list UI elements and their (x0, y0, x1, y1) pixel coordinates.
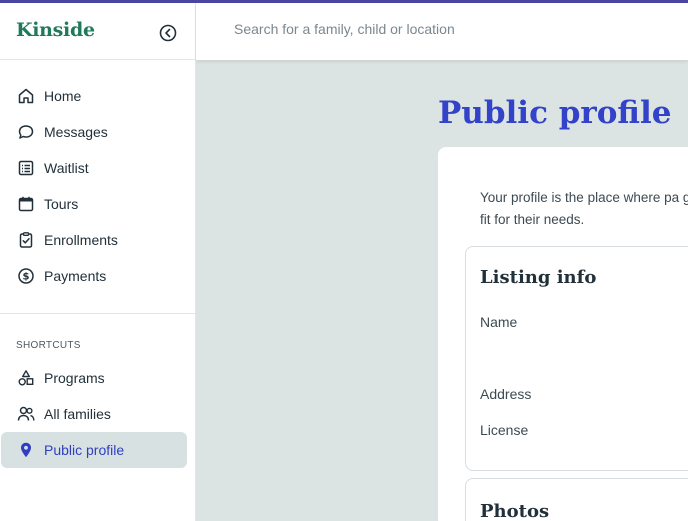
sidebar-item-label: Programs (44, 370, 105, 386)
name-field-label: Name (480, 314, 518, 330)
photos-section: Photos (465, 478, 688, 521)
page-title: Public profile (438, 95, 672, 131)
sidebar-item-label: Messages (44, 124, 108, 140)
sidebar-item-label: Tours (44, 196, 79, 212)
address-field-label: Address (480, 386, 532, 402)
search-input[interactable] (234, 21, 674, 37)
sidebar-item-tours[interactable]: Tours (0, 186, 195, 222)
listing-info-title: Listing info (480, 267, 597, 288)
sidebar-item-label: All families (44, 406, 111, 422)
sidebar: Kinside Home Messages Waitlist Tours Enr… (0, 3, 196, 521)
sidebar-item-payments[interactable]: $ Payments (0, 258, 195, 294)
home-icon (17, 87, 35, 105)
photos-title: Photos (480, 501, 550, 521)
sidebar-item-label: Waitlist (44, 160, 89, 176)
kinside-logo[interactable]: Kinside (16, 19, 95, 41)
sidebar-item-home[interactable]: Home (0, 78, 195, 114)
clipboard-check-icon (17, 231, 35, 249)
list-icon (17, 159, 35, 177)
sidebar-item-messages[interactable]: Messages (0, 114, 195, 150)
brand-row: Kinside (0, 3, 195, 60)
top-search-bar (196, 3, 688, 60)
shortcuts-nav: Programs All families Public profile (0, 360, 195, 468)
calendar-icon (17, 195, 35, 213)
shortcuts-heading: SHORTCUTS (16, 340, 81, 351)
sidebar-item-all-families[interactable]: All families (0, 396, 195, 432)
sidebar-item-public-profile[interactable]: Public profile (1, 432, 187, 468)
main-nav: Home Messages Waitlist Tours Enrollments… (0, 78, 195, 294)
dollar-circle-icon: $ (17, 267, 35, 285)
sidebar-item-programs[interactable]: Programs (0, 360, 195, 396)
sidebar-item-label: Public profile (44, 442, 125, 458)
sidebar-item-label: Enrollments (44, 232, 118, 248)
listing-info-section: Listing info Name Address License (465, 246, 688, 471)
sidebar-item-label: Home (44, 88, 82, 104)
shapes-icon (17, 369, 35, 387)
profile-card: Your profile is the place where pa good … (438, 147, 688, 521)
sidebar-divider (0, 313, 195, 314)
sidebar-item-enrollments[interactable]: Enrollments (0, 222, 195, 258)
profile-intro-text: Your profile is the place where pa good … (480, 190, 688, 227)
location-pin-icon (17, 441, 35, 459)
license-field-label: License (480, 422, 529, 438)
users-icon (17, 405, 35, 423)
svg-text:$: $ (23, 272, 30, 283)
sidebar-item-waitlist[interactable]: Waitlist (0, 150, 195, 186)
collapse-sidebar-icon[interactable] (159, 24, 177, 42)
sidebar-item-label: Payments (44, 268, 107, 284)
chat-bubble-icon (17, 123, 35, 141)
